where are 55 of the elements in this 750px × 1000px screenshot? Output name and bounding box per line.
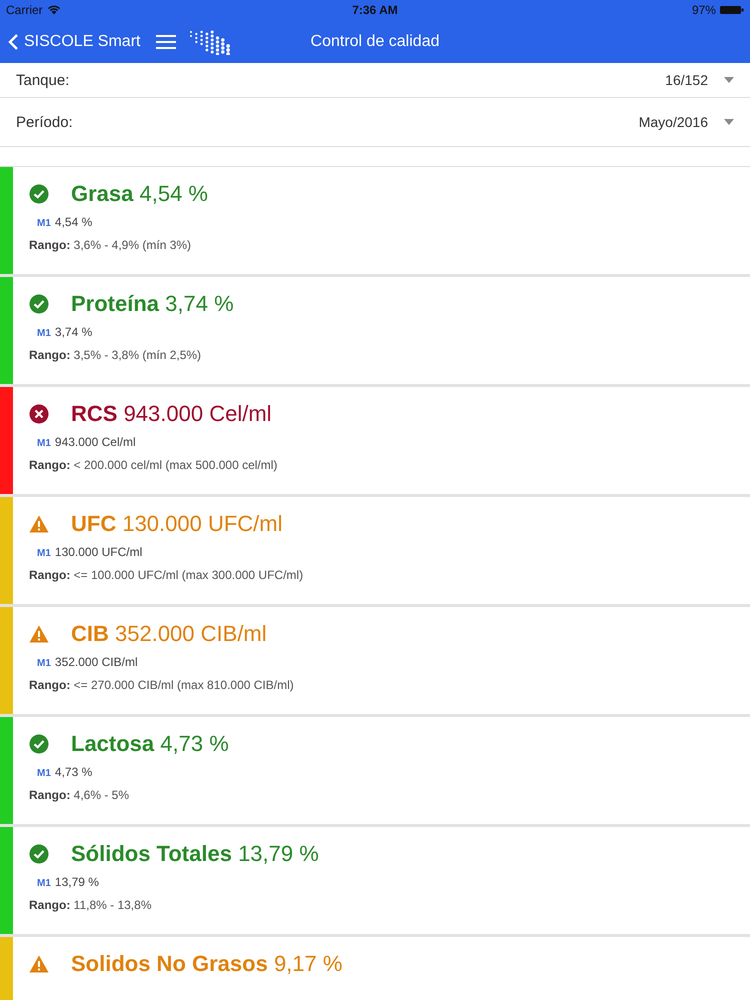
result-title: Lactosa 4,73 % <box>71 731 229 757</box>
range-text: Rango: <= 270.000 CIB/ml (max 810.000 CIB/ml) <box>29 678 294 692</box>
sample-tag: M1 <box>37 768 51 779</box>
result-title: RCS 943.000 Cel/ml <box>71 401 272 427</box>
sample-tag: M1 <box>37 328 51 339</box>
check-circle-icon <box>29 294 49 314</box>
battery-icon <box>720 5 744 15</box>
filter-label: Tanque: <box>16 72 70 88</box>
warning-triangle-icon <box>29 515 49 533</box>
warning-triangle-icon <box>29 625 49 643</box>
result-title: CIB 352.000 CIB/ml <box>71 621 267 647</box>
sample-value: 4,54 % <box>54 215 92 229</box>
result-title: Proteína 3,74 % <box>71 291 234 317</box>
sample-value: 352.000 CIB/ml <box>54 655 138 669</box>
filter-row[interactable]: Tanque: 16/152 <box>0 63 750 98</box>
dropdown-caret-icon <box>724 77 734 83</box>
sample-tag: M1 <box>37 878 51 889</box>
filter-value: 16/152 <box>665 72 708 88</box>
range-text: Rango: 4,6% - 5% <box>29 788 130 802</box>
check-circle-icon <box>29 844 49 864</box>
battery-percent: 97% <box>692 3 716 17</box>
check-circle-icon <box>29 184 49 204</box>
menu-icon[interactable] <box>156 34 176 50</box>
back-button[interactable]: SISCOLE Smart <box>8 32 140 50</box>
range-text: Rango: 3,5% - 3,8% (mín 2,5%) <box>29 348 202 362</box>
check-circle-icon <box>29 734 49 754</box>
filter-label: Período: <box>16 114 74 130</box>
dropdown-caret-icon <box>724 119 734 125</box>
dots-logo-icon <box>188 28 232 54</box>
sample-value: 3,74 % <box>54 325 92 339</box>
sample-tag: M1 <box>37 218 51 229</box>
sample-tag: M1 <box>37 438 51 449</box>
sample-value: 130.000 UFC/ml <box>54 545 142 559</box>
sample-tag: M1 <box>37 658 51 669</box>
warning-triangle-icon <box>29 955 49 973</box>
sample-value: 943.000 Cel/ml <box>54 435 136 449</box>
filter-row[interactable]: Período: Mayo/2016 <box>0 98 750 147</box>
back-chevron-icon <box>8 32 19 50</box>
range-text: Rango: 11,8% - 13,8% <box>29 898 152 912</box>
result-title: UFC 130.000 UFC/ml <box>71 511 283 537</box>
result-title: Sólidos Totales 13,79 % <box>71 841 319 867</box>
wifi-icon <box>46 5 61 15</box>
range-text: Rango: <= 100.000 UFC/ml (max 300.000 UFC/ml) <box>29 568 304 582</box>
range-text: Rango: 3,6% - 4,9% (mín 3%) <box>29 238 192 252</box>
sample-tag: M1 <box>37 548 51 559</box>
filter-value: Mayo/2016 <box>638 114 708 130</box>
sample-value: 13,79 % <box>54 875 99 889</box>
carrier-label: Carrier <box>6 3 43 17</box>
error-circle-icon <box>29 404 49 424</box>
clock-time: 7:36 AM <box>352 3 398 17</box>
range-text: Rango: < 200.000 cel/ml (max 500.000 cel/ml) <box>29 458 278 472</box>
result-title: Grasa 4,54 % <box>71 181 208 207</box>
screen-title: Control de calidad <box>310 32 440 50</box>
sample-value: 4,73 % <box>54 765 92 779</box>
result-title: Solidos No Grasos 9,17 % <box>71 951 342 977</box>
